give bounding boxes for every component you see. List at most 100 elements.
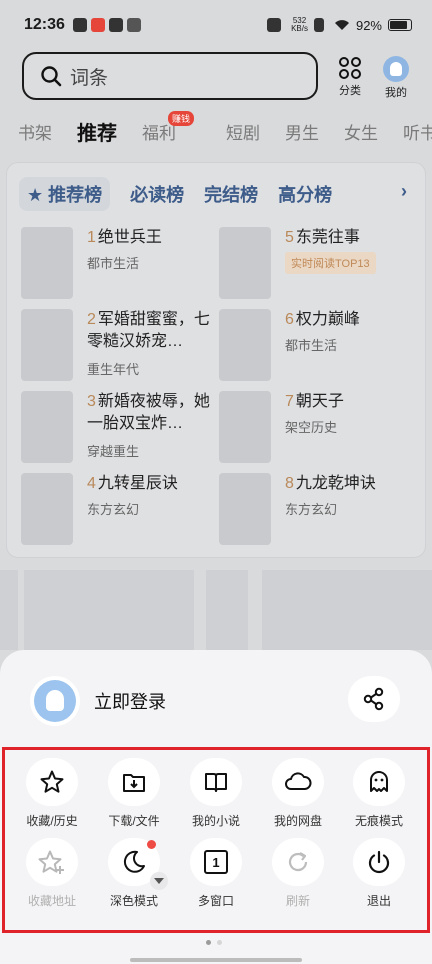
book-title: 九转星辰诀 [97,475,178,492]
mine-button[interactable]: 我的 [376,56,416,100]
grid-icon [339,57,361,79]
dark-mode-button[interactable]: 深色模式 [94,838,174,909]
reading-top-tag: 实时阅读TOP13 [285,252,376,274]
book-genre: 东方玄幻 [285,502,338,517]
cloud-icon [285,772,312,790]
search-icon [41,66,62,87]
power-icon [368,850,390,874]
dark-mode-options-button[interactable] [150,872,168,890]
category-button[interactable]: 分类 [330,56,370,98]
battery-percent: 92% [355,17,382,33]
book-item[interactable]: 1 绝世兵王 都市生活 [21,227,217,299]
incognito-mode-button[interactable]: 无痕模式 [339,758,419,829]
login-button[interactable]: 立即登录 [94,688,166,714]
tool-label: 多窗口 [197,894,234,908]
book-cover [21,309,73,381]
tab-recommend[interactable]: 推荐 [77,117,117,146]
notification-dot [147,840,156,849]
book-item[interactable]: 5 东莞往事 实时阅读TOP13 [219,227,415,299]
search-placeholder: 词条 [70,67,109,89]
tool-label: 下载/文件 [108,814,160,828]
page-indicator [206,940,222,945]
home-indicator[interactable] [130,958,302,962]
book-item[interactable]: 7 朝天子 架空历史 [219,391,415,463]
status-time: 12:36 [24,16,65,33]
background-block [206,570,248,650]
book-cover [219,227,271,299]
book-cover [219,309,271,381]
book-cover [21,391,73,463]
app-notification-icon [90,18,105,32]
mine-label: 我的 [385,87,407,99]
star-plus-icon [38,850,64,874]
book-title: 朝天子 [295,393,344,410]
tool-label: 退出 [366,894,391,908]
earn-badge: 赚钱 [168,110,195,126]
tool-label: 收藏地址 [27,894,76,908]
tab-short-drama[interactable]: 短剧 [226,119,260,144]
book-title: 绝世兵王 [97,229,162,246]
crown-icon [126,18,141,32]
tab-bookshelf[interactable]: 书架 [18,119,52,144]
rank-tab-high-score[interactable]: 高分榜 [278,181,332,207]
download-files-button[interactable]: 下载/文件 [94,758,174,829]
my-novels-button[interactable]: 我的小说 [176,758,256,829]
ranking-tabs: ★ 推荐榜 必读榜 完结榜 高分榜 › [19,177,407,211]
book-cover [21,227,73,299]
moon-icon [123,850,145,873]
book-icon [205,773,227,792]
book-item[interactable]: 8 九龙乾坤诀 东方玄幻 [219,473,415,545]
rank-tab-completed[interactable]: 完结榜 [204,181,258,207]
avatar [383,56,409,82]
background-block [262,570,432,650]
rank-tab-recommend[interactable]: ★ 推荐榜 [19,177,111,211]
status-bar: 12:36 532 KB/s 92% [0,0,432,50]
sim-icon [313,18,324,32]
tiktok-icon [72,18,87,32]
book-title: 军婚甜蜜蜜，七零糙汉娇宠… [87,311,210,350]
exit-button[interactable]: 退出 [339,838,419,909]
my-cloud-drive-button[interactable]: 我的网盘 [258,758,338,829]
multi-window-button[interactable]: 1 多窗口 [176,838,256,909]
book-item[interactable]: 4 九转星辰诀 东方玄幻 [21,473,217,545]
book-item[interactable]: 2 军婚甜蜜蜜，七零糙汉娇宠… 重生年代 [21,309,217,381]
tool-label: 无痕模式 [354,814,403,828]
ghost-icon [370,771,388,792]
tool-label: 收藏/历史 [26,814,78,828]
refresh-button[interactable]: 刷新 [258,838,338,909]
window-icon: 1 [204,850,228,874]
refresh-icon [288,852,308,872]
book-genre: 架空历史 [285,420,338,435]
download-icon [123,774,145,792]
book-title: 东莞往事 [295,229,360,246]
ranking-card: ★ 推荐榜 必读榜 完结榜 高分榜 › 1 绝世兵王 都市生活 2 军婚甜蜜蜜，七零… [6,162,426,558]
vibrate-icon [267,18,282,32]
book-cover [219,391,271,463]
search-input[interactable]: 词条 [22,52,318,100]
rank-tab-must-read[interactable]: 必读榜 [130,181,184,207]
app-notification-icon-2 [108,18,123,32]
book-genre: 重生年代 [87,362,140,377]
wifi-icon [334,20,349,30]
book-cover [219,473,271,545]
login-avatar[interactable] [30,676,80,726]
bookmark-address-button[interactable]: 收藏地址 [12,838,92,909]
book-genre: 都市生活 [87,256,140,271]
battery-icon [388,19,412,31]
book-item[interactable]: 3 新婚夜被辱，她一胎双宝炸… 穿越重生 [21,391,217,463]
chevron-down-icon [154,878,164,884]
book-title: 权力巅峰 [295,311,360,328]
tab-female[interactable]: 女生 [344,119,378,144]
tab-audiobook[interactable]: 听书 [403,119,432,144]
tab-male[interactable]: 男生 [285,119,319,144]
book-genre: 穿越重生 [87,444,140,459]
book-genre: 东方玄幻 [87,502,140,517]
book-item[interactable]: 6 权力巅峰 都市生活 [219,309,415,381]
favorites-history-button[interactable]: 收藏/历史 [12,758,92,829]
background-block [0,570,18,650]
chevron-right-icon[interactable]: › [401,181,407,202]
tool-label: 我的小说 [191,814,240,828]
network-speed: 532 KB/s [291,16,308,33]
tab-welfare[interactable]: 福利 赚钱 [142,110,201,144]
share-button[interactable] [348,676,400,722]
